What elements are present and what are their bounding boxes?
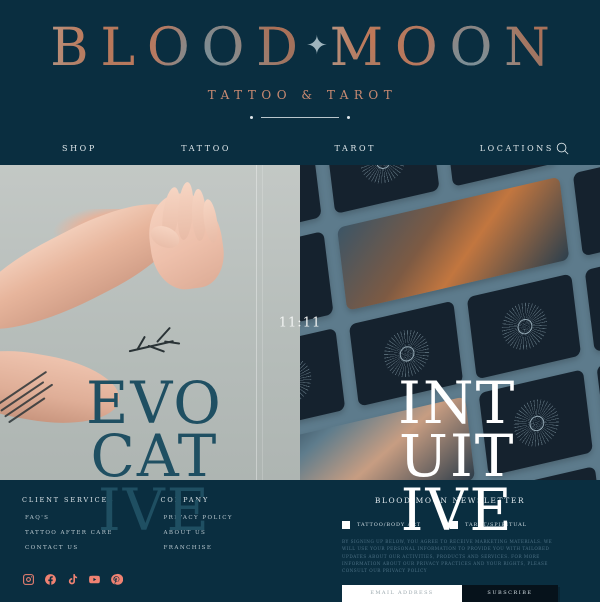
ornamental-divider <box>250 116 350 119</box>
brand-word-blood: BLOOD <box>50 18 310 78</box>
nav-locations[interactable]: LOCATIONS <box>396 144 554 153</box>
tarot-card <box>325 165 440 214</box>
divider-dot-right <box>347 116 350 119</box>
tarot-card <box>300 230 334 338</box>
divider-line <box>261 117 339 118</box>
search-icon[interactable] <box>554 139 572 157</box>
hero-headline-intuitive: INT UIT IVE <box>398 374 516 544</box>
nav-tarot[interactable]: TAROT <box>242 144 395 153</box>
hero-section: EVO CAT IVE INT UIT IVE 11:11 <box>0 165 600 539</box>
checkbox-box[interactable] <box>342 521 350 529</box>
nav-shop[interactable]: SHOP <box>62 144 123 153</box>
nav-tattoo[interactable]: TATTOO <box>123 144 242 153</box>
brand-logo[interactable]: BLOOD ✦ MOON <box>38 22 562 74</box>
site-header: BLOOD ✦ MOON TATTOO & TAROT SHOP TATTOO … <box>0 0 600 165</box>
main-navigation: SHOP TATTOO TAROT LOCATIONS <box>0 139 600 157</box>
tarot-card <box>300 165 322 241</box>
hero-headline-evocative: EVO CAT IVE <box>86 374 223 544</box>
pinterest-icon[interactable] <box>110 573 123 586</box>
footer-link-franchise[interactable]: FRANCHISE <box>160 545 232 551</box>
tarot-card <box>466 273 582 380</box>
brand-word-moon: MOON <box>329 18 562 78</box>
social-links <box>22 573 123 586</box>
hero-line: IVE <box>97 475 211 544</box>
tiktok-icon[interactable] <box>66 573 79 586</box>
brand-tagline: TATTOO & TAROT <box>207 88 398 102</box>
email-input[interactable] <box>342 584 462 602</box>
newsletter-form: SUBSCRIBE <box>342 584 558 602</box>
sparkle-star-icon: ✦ <box>305 31 328 61</box>
hero-line: IVE <box>400 475 514 544</box>
facebook-icon[interactable] <box>44 573 57 586</box>
instagram-icon[interactable] <box>22 573 35 586</box>
divider-dot-left <box>250 116 253 119</box>
tarot-card <box>596 342 600 450</box>
footer-link-contact-us[interactable]: CONTACT US <box>22 545 114 551</box>
youtube-icon[interactable] <box>88 573 101 586</box>
tarot-card <box>300 327 346 435</box>
tarot-card <box>584 245 600 353</box>
tarot-card <box>572 165 600 256</box>
subscribe-button[interactable]: SUBSCRIBE <box>462 584 558 602</box>
